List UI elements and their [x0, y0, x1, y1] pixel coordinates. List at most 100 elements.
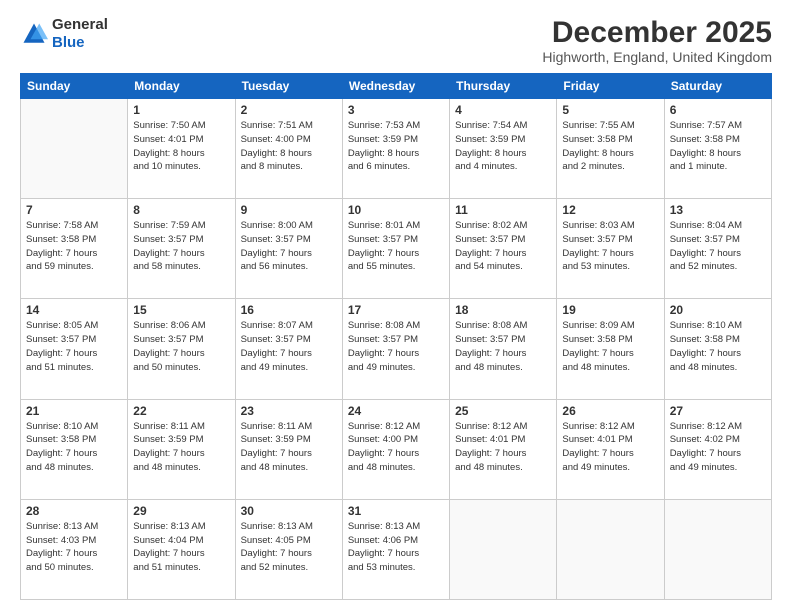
cell-content: Sunrise: 8:11 AMSunset: 3:59 PMDaylight:… [133, 420, 229, 475]
cell-content: Sunrise: 8:04 AMSunset: 3:57 PMDaylight:… [670, 219, 766, 274]
cell-content: Sunrise: 8:02 AMSunset: 3:57 PMDaylight:… [455, 219, 551, 274]
calendar-cell [21, 99, 128, 199]
calendar-cell: 21 Sunrise: 8:10 AMSunset: 3:58 PMDayligh… [21, 399, 128, 499]
day-number: 21 [26, 404, 122, 418]
calendar-cell: 6Sunrise: 7:57 AMSunset: 3:58 PMDaylight… [664, 99, 771, 199]
day-number: 3 [348, 103, 444, 117]
logo-text: General Blue [52, 16, 108, 52]
cell-content: Sunrise: 8:07 AMSunset: 3:57 PMDaylight:… [241, 319, 337, 374]
day-number: 30 [241, 504, 337, 518]
day-number: 13 [670, 203, 766, 217]
calendar-week-2: 14 Sunrise: 8:05 AMSunset: 3:57 PMDayligh… [21, 299, 772, 399]
cell-content: Sunrise: 8:08 AMSunset: 3:57 PMDaylight:… [348, 319, 444, 374]
cell-content: Sunrise: 8:12 AMSunset: 4:02 PMDaylight:… [670, 420, 766, 475]
cell-content: Sunrise: 7:58 AMSunset: 3:58 PMDaylight:… [26, 219, 122, 274]
day-number: 16 [241, 303, 337, 317]
cell-content: Sunrise: 8:11 AMSunset: 3:59 PMDaylight:… [241, 420, 337, 475]
day-number: 24 [348, 404, 444, 418]
calendar-cell: 25Sunrise: 8:12 AMSunset: 4:01 PMDayligh… [450, 399, 557, 499]
header-thursday: Thursday [450, 74, 557, 99]
cell-content: Sunrise: 7:53 AMSunset: 3:59 PMDaylight:… [348, 119, 444, 174]
header-sunday: Sunday [21, 74, 128, 99]
day-number: 10 [348, 203, 444, 217]
calendar-cell: 18Sunrise: 8:08 AMSunset: 3:57 PMDayligh… [450, 299, 557, 399]
header-friday: Friday [557, 74, 664, 99]
cell-content: Sunrise: 7:54 AMSunset: 3:59 PMDaylight:… [455, 119, 551, 174]
cell-content: Sunrise: 7:51 AMSunset: 4:00 PMDaylight:… [241, 119, 337, 174]
calendar-cell: 15 Sunrise: 8:06 AMSunset: 3:57 PMDayligh… [128, 299, 235, 399]
day-number: 23 [241, 404, 337, 418]
page: General Blue December 2025 Highworth, En… [0, 0, 792, 612]
cell-content: Sunrise: 7:59 AMSunset: 3:57 PMDaylight:… [133, 219, 229, 274]
day-number: 31 [348, 504, 444, 518]
calendar-cell: 12Sunrise: 8:03 AMSunset: 3:57 PMDayligh… [557, 199, 664, 299]
calendar-cell: 4 Sunrise: 7:54 AMSunset: 3:59 PMDaylight… [450, 99, 557, 199]
cell-content: Sunrise: 8:10 AMSunset: 3:58 PMDaylight:… [670, 319, 766, 374]
cell-content: Sunrise: 8:10 AMSunset: 3:58 PMDaylight:… [26, 420, 122, 475]
cell-content: Sunrise: 8:05 AMSunset: 3:57 PMDaylight:… [26, 319, 122, 374]
calendar-cell: 3 Sunrise: 7:53 AMSunset: 3:59 PMDaylight… [342, 99, 449, 199]
calendar-cell: 29 Sunrise: 8:13 AMSunset: 4:04 PMDayligh… [128, 499, 235, 599]
day-number: 1 [133, 103, 229, 117]
header-wednesday: Wednesday [342, 74, 449, 99]
calendar-cell: 23 Sunrise: 8:11 AMSunset: 3:59 PMDayligh… [235, 399, 342, 499]
title-area: December 2025 Highworth, England, United… [542, 16, 772, 65]
calendar-cell [450, 499, 557, 599]
calendar-cell: 30 Sunrise: 8:13 AMSunset: 4:05 PMDayligh… [235, 499, 342, 599]
calendar-cell: 17Sunrise: 8:08 AMSunset: 3:57 PMDayligh… [342, 299, 449, 399]
cell-content: Sunrise: 8:12 AMSunset: 4:00 PMDaylight:… [348, 420, 444, 475]
day-number: 5 [562, 103, 658, 117]
logo-icon [20, 20, 48, 48]
calendar-week-3: 21 Sunrise: 8:10 AMSunset: 3:58 PMDayligh… [21, 399, 772, 499]
calendar-week-1: 7 Sunrise: 7:58 AMSunset: 3:58 PMDaylight… [21, 199, 772, 299]
day-number: 26 [562, 404, 658, 418]
cell-content: Sunrise: 8:13 AMSunset: 4:03 PMDaylight:… [26, 520, 122, 575]
header: General Blue December 2025 Highworth, En… [20, 16, 772, 65]
cell-content: Sunrise: 8:00 AMSunset: 3:57 PMDaylight:… [241, 219, 337, 274]
day-number: 12 [562, 203, 658, 217]
calendar-cell: 5Sunrise: 7:55 AMSunset: 3:58 PMDaylight… [557, 99, 664, 199]
logo-blue: Blue [52, 34, 85, 51]
calendar-cell: 28Sunrise: 8:13 AMSunset: 4:03 PMDayligh… [21, 499, 128, 599]
day-number: 19 [562, 303, 658, 317]
day-number: 2 [241, 103, 337, 117]
cell-content: Sunrise: 7:57 AMSunset: 3:58 PMDaylight:… [670, 119, 766, 174]
day-number: 14 [26, 303, 122, 317]
calendar-cell: 7 Sunrise: 7:58 AMSunset: 3:58 PMDaylight… [21, 199, 128, 299]
calendar-cell: 16 Sunrise: 8:07 AMSunset: 3:57 PMDayligh… [235, 299, 342, 399]
day-number: 4 [455, 103, 551, 117]
location-title: Highworth, England, United Kingdom [542, 49, 772, 65]
day-number: 9 [241, 203, 337, 217]
cell-content: Sunrise: 8:13 AMSunset: 4:06 PMDaylight:… [348, 520, 444, 575]
header-monday: Monday [128, 74, 235, 99]
calendar-cell: 20 Sunrise: 8:10 AMSunset: 3:58 PMDayligh… [664, 299, 771, 399]
month-title: December 2025 [542, 16, 772, 49]
day-number: 7 [26, 203, 122, 217]
calendar-cell: 2 Sunrise: 7:51 AMSunset: 4:00 PMDaylight… [235, 99, 342, 199]
day-number: 15 [133, 303, 229, 317]
calendar-header-row: Sunday Monday Tuesday Wednesday Thursday… [21, 74, 772, 99]
calendar-cell: 11 Sunrise: 8:02 AMSunset: 3:57 PMDayligh… [450, 199, 557, 299]
day-number: 11 [455, 203, 551, 217]
cell-content: Sunrise: 8:01 AMSunset: 3:57 PMDaylight:… [348, 219, 444, 274]
logo-general: General [52, 16, 108, 33]
calendar-cell: 8Sunrise: 7:59 AMSunset: 3:57 PMDaylight… [128, 199, 235, 299]
calendar-cell: 22 Sunrise: 8:11 AMSunset: 3:59 PMDayligh… [128, 399, 235, 499]
cell-content: Sunrise: 7:50 AMSunset: 4:01 PMDaylight:… [133, 119, 229, 174]
cell-content: Sunrise: 8:13 AMSunset: 4:04 PMDaylight:… [133, 520, 229, 575]
day-number: 25 [455, 404, 551, 418]
calendar-cell: 13 Sunrise: 8:04 AMSunset: 3:57 PMDayligh… [664, 199, 771, 299]
day-number: 29 [133, 504, 229, 518]
calendar-cell [664, 499, 771, 599]
cell-content: Sunrise: 8:06 AMSunset: 3:57 PMDaylight:… [133, 319, 229, 374]
cell-content: Sunrise: 8:13 AMSunset: 4:05 PMDaylight:… [241, 520, 337, 575]
calendar-cell: 10 Sunrise: 8:01 AMSunset: 3:57 PMDayligh… [342, 199, 449, 299]
header-saturday: Saturday [664, 74, 771, 99]
logo: General Blue [20, 16, 108, 52]
day-number: 18 [455, 303, 551, 317]
day-number: 20 [670, 303, 766, 317]
calendar-table: Sunday Monday Tuesday Wednesday Thursday… [20, 73, 772, 600]
calendar-cell: 26Sunrise: 8:12 AMSunset: 4:01 PMDayligh… [557, 399, 664, 499]
day-number: 22 [133, 404, 229, 418]
calendar-cell: 19Sunrise: 8:09 AMSunset: 3:58 PMDayligh… [557, 299, 664, 399]
